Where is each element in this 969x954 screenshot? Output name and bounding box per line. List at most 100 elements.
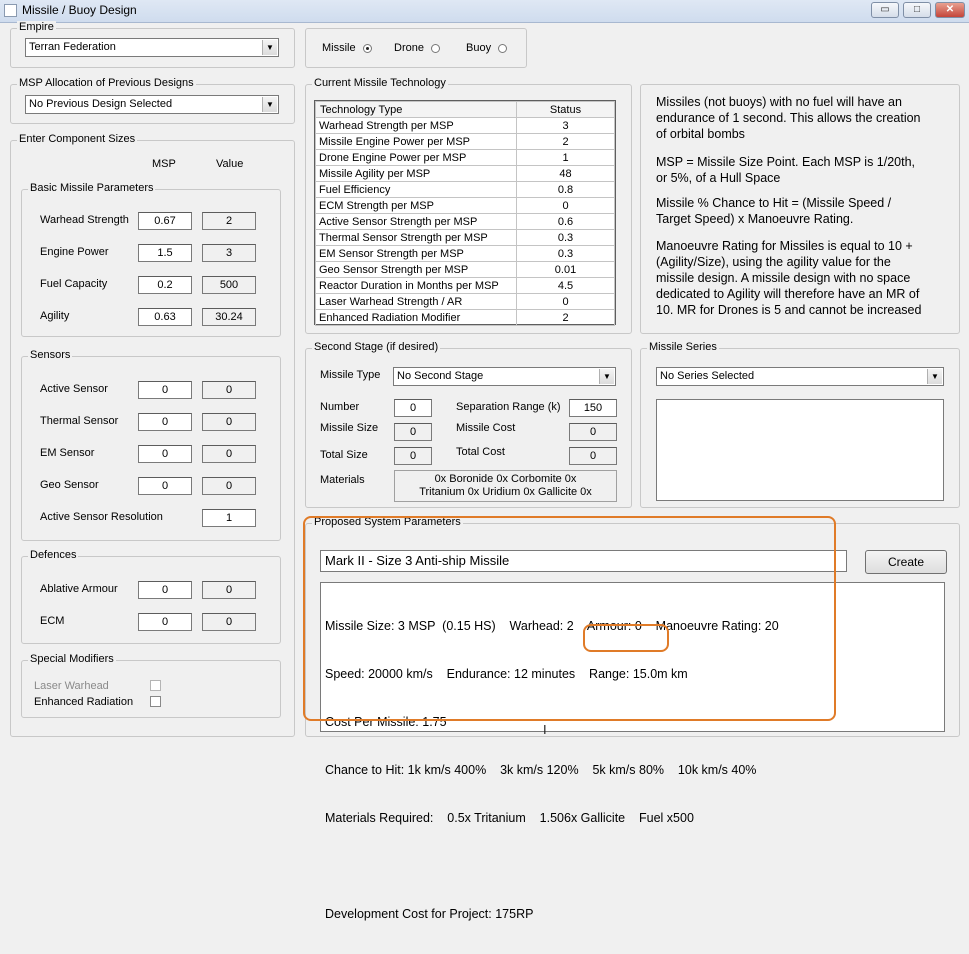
table-row[interactable]: Missile Engine Power per MSP 2 [315, 133, 615, 150]
tech-status-cell: 2 [516, 133, 615, 150]
tech-type-cell: Geo Sensor Strength per MSP [315, 261, 517, 278]
sensor-resolution-input[interactable]: 1 [202, 509, 256, 527]
separation-range-input[interactable]: 150 [569, 399, 617, 417]
radio-selected-icon[interactable] [362, 43, 372, 53]
table-row[interactable]: Warhead Strength per MSP 3 [315, 117, 615, 134]
info-line: Manoeuvre Rating for Missiles is equal t… [656, 239, 913, 253]
minimize-button[interactable]: ▭ [871, 2, 899, 18]
tech-type-cell: Missile Agility per MSP [315, 165, 517, 182]
warhead-msp-input[interactable]: 0.67 [138, 212, 192, 230]
agility-value: 30.24 [202, 308, 256, 326]
table-row[interactable]: Enhanced Radiation Modifier 2 [315, 309, 615, 326]
enhanced-radiation-checkbox[interactable] [150, 696, 161, 707]
materials-display: 0x Boronide 0x Corbomite 0x Tritanium 0x… [394, 470, 617, 502]
missile-size-label: Missile Size [320, 422, 379, 434]
special-modifiers-group: Special Modifiers Laser Warhead Enhanced… [21, 653, 281, 718]
table-row[interactable]: Active Sensor Strength per MSP 0.6 [315, 213, 615, 230]
tech-status-cell: 0.3 [516, 245, 615, 262]
special-modifiers-legend: Special Modifiers [28, 653, 116, 665]
materials-label: Materials [320, 474, 365, 486]
highlight-annotation [583, 624, 669, 652]
tech-type-cell: EM Sensor Strength per MSP [315, 245, 517, 262]
component-sizes-group: Enter Component Sizes MSP Value Basic Mi… [10, 133, 295, 737]
table-row[interactable]: Geo Sensor Strength per MSP 0.01 [315, 261, 615, 278]
missile-series-group: Missile Series No Series Selected ▼ [640, 341, 960, 508]
chevron-down-icon: ▼ [927, 369, 942, 384]
ablative-armour-label: Ablative Armour [40, 583, 118, 595]
empire-select[interactable]: Terran Federation ▼ [25, 38, 279, 57]
drone-radio[interactable]: Drone [394, 42, 441, 54]
warhead-label: Warhead Strength [40, 214, 129, 226]
tech-status-header[interactable]: Status [516, 101, 615, 118]
table-row[interactable]: ECM Strength per MSP 0 [315, 197, 615, 214]
warhead-value: 2 [202, 212, 256, 230]
create-button[interactable]: Create [865, 550, 947, 574]
engine-power-msp-input[interactable]: 1.5 [138, 244, 192, 262]
tech-type-header[interactable]: Technology Type [315, 101, 517, 118]
buoy-radio[interactable]: Buoy [466, 42, 508, 54]
component-sizes-legend: Enter Component Sizes [17, 133, 138, 145]
thermal-sensor-msp-input[interactable]: 0 [138, 413, 192, 431]
enhanced-radiation-label: Enhanced Radiation [34, 696, 134, 708]
defences-group: Defences Ablative Armour 0 0 ECM 0 0 [21, 549, 281, 644]
missile-radio[interactable]: Missile [322, 42, 372, 54]
tech-status-cell: 0 [516, 197, 615, 214]
info-line: Missile % Chance to Hit = (Missile Speed… [656, 196, 892, 210]
tech-type-cell: Reactor Duration in Months per MSP [315, 277, 517, 294]
second-stage-group: Second Stage (if desired) Missile Type N… [305, 341, 632, 508]
missile-radio-label: Missile [322, 42, 356, 54]
missile-size-value: 0 [394, 423, 432, 441]
radio-icon[interactable] [498, 43, 508, 53]
info-panel: Missiles (not buoys) with no fuel will h… [640, 84, 960, 334]
table-row[interactable]: Fuel Efficiency 0.8 [315, 181, 615, 198]
table-row[interactable]: Drone Engine Power per MSP 1 [315, 149, 615, 166]
agility-msp-input[interactable]: 0.63 [138, 308, 192, 326]
tech-status-cell: 0.6 [516, 213, 615, 230]
app-icon [4, 4, 17, 17]
thermal-sensor-label: Thermal Sensor [40, 415, 119, 427]
radio-icon[interactable] [431, 43, 441, 53]
table-row[interactable]: Thermal Sensor Strength per MSP 0.3 [315, 229, 615, 246]
second-stage-type-select[interactable]: No Second Stage ▼ [393, 367, 616, 386]
tech-type-cell: Drone Engine Power per MSP [315, 149, 517, 166]
table-row[interactable]: Missile Agility per MSP 48 [315, 165, 615, 182]
total-size-label: Total Size [320, 449, 368, 461]
ablative-armour-msp-input[interactable]: 0 [138, 581, 192, 599]
basic-params-group: Basic Missile Parameters Warhead Strengt… [21, 182, 281, 337]
engine-power-label: Engine Power [40, 246, 109, 258]
info-line: 10. MR for Drones is 5 and cannot be inc… [656, 303, 922, 317]
tech-status-cell: 0.8 [516, 181, 615, 198]
defences-legend: Defences [28, 549, 79, 561]
series-list[interactable] [656, 399, 944, 501]
geo-sensor-value: 0 [202, 477, 256, 495]
empire-legend: Empire [17, 21, 56, 33]
fuel-capacity-msp-input[interactable]: 0.2 [138, 276, 192, 294]
series-select[interactable]: No Series Selected ▼ [656, 367, 944, 386]
number-input[interactable]: 0 [394, 399, 432, 417]
table-row[interactable]: Reactor Duration in Months per MSP 4.5 [315, 277, 615, 294]
table-row[interactable]: EM Sensor Strength per MSP 0.3 [315, 245, 615, 262]
maximize-button[interactable]: □ [903, 2, 931, 18]
close-button[interactable]: ✕ [935, 2, 965, 18]
active-sensor-msp-input[interactable]: 0 [138, 381, 192, 399]
missile-cost-label: Missile Cost [456, 422, 516, 434]
laser-warhead-checkbox[interactable] [150, 680, 161, 691]
fuel-capacity-value: 500 [202, 276, 256, 294]
sensors-group: Sensors Active Sensor 0 0 Thermal Sensor… [21, 349, 281, 541]
em-sensor-msp-input[interactable]: 0 [138, 445, 192, 463]
sensor-resolution-label: Active Sensor Resolution [40, 511, 163, 523]
empire-select-value: Terran Federation [29, 41, 116, 53]
laser-warhead-label: Laser Warhead [34, 680, 109, 692]
series-select-value: No Series Selected [660, 370, 755, 382]
info-line: MSP = Missile Size Point. Each MSP is 1/… [656, 155, 916, 169]
table-row[interactable]: Laser Warhead Strength / AR 0 [315, 293, 615, 310]
missile-series-legend: Missile Series [647, 341, 719, 353]
ablative-armour-value: 0 [202, 581, 256, 599]
ecm-msp-input[interactable]: 0 [138, 613, 192, 631]
geo-sensor-msp-input[interactable]: 0 [138, 477, 192, 495]
info-fuel-note: Missiles (not buoys) with no fuel will h… [656, 94, 921, 142]
value-column-header: Value [216, 158, 244, 170]
tech-type-cell: Laser Warhead Strength / AR [315, 293, 517, 310]
highlight-annotation [303, 516, 836, 721]
previous-design-select[interactable]: No Previous Design Selected ▼ [25, 95, 279, 114]
